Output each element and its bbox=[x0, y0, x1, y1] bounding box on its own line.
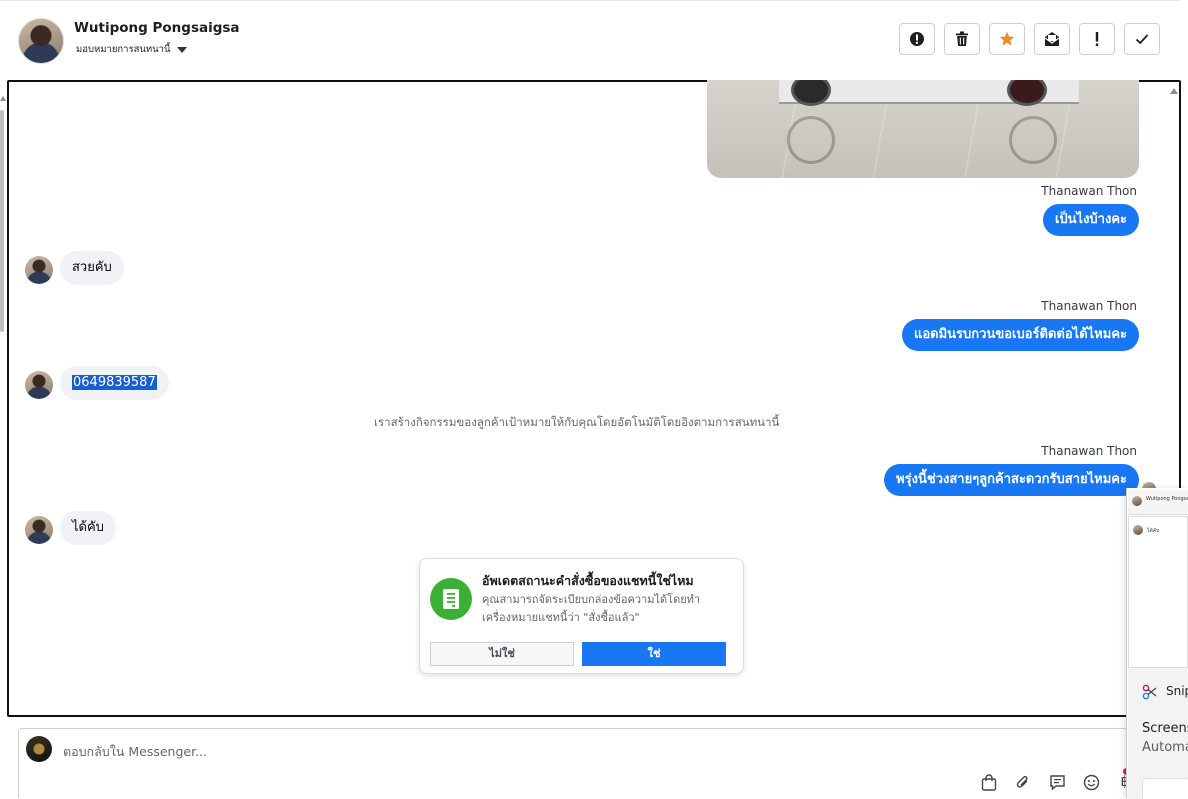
reply-input[interactable]: ตอบกลับใน Messenger... bbox=[63, 742, 207, 762]
snip-preview[interactable] bbox=[1142, 778, 1188, 799]
outgoing-message[interactable]: เป็นไงบ้างคะ bbox=[1042, 204, 1139, 236]
star-icon bbox=[999, 31, 1015, 46]
image-attachment[interactable] bbox=[707, 80, 1139, 178]
composer-tools: ฿ bbox=[979, 772, 1135, 792]
snip-app-name: Snip bbox=[1166, 684, 1188, 698]
outgoing-message[interactable]: พรุ่งนี้ช่วงสายๆลูกค้าสะดวกรับสายไหมคะ bbox=[884, 464, 1139, 496]
mini-window-header: Wutipong Pongsaigsa bbox=[1128, 490, 1188, 515]
left-scroll-up-icon[interactable] bbox=[0, 96, 6, 101]
prompt-body: คุณสามารถจัดระเบียบกล่องข้อความได้โดยทำเ… bbox=[482, 593, 701, 624]
system-note: เราสร้างกิจกรรมของลูกค้าเป้าหมายให้กับคุ… bbox=[374, 415, 780, 429]
sender-name: Thanawan Thon bbox=[1041, 444, 1137, 458]
mini-contact-name: Wutipong Pongsaigsa bbox=[1146, 496, 1188, 502]
scroll-up-icon[interactable] bbox=[1170, 88, 1178, 94]
customer-avatar[interactable] bbox=[25, 371, 53, 399]
prompt-yes-button[interactable]: ใช่ bbox=[582, 642, 726, 666]
mail-open-icon bbox=[1044, 32, 1060, 46]
trash-icon bbox=[956, 31, 968, 46]
emoji-icon[interactable] bbox=[1081, 772, 1101, 792]
selected-phone-number[interactable]: 0649839587 bbox=[72, 375, 157, 390]
caret-down-icon bbox=[176, 46, 187, 53]
check-icon bbox=[1135, 34, 1149, 45]
mini-avatar bbox=[1132, 496, 1142, 506]
left-scrollbar[interactable] bbox=[0, 110, 4, 332]
exclamation-icon bbox=[1095, 32, 1099, 46]
mark-done-button[interactable] bbox=[1124, 23, 1160, 55]
snipping-tool-icon bbox=[1142, 684, 1157, 700]
snip-subtitle: Automa bbox=[1142, 740, 1188, 755]
contact-avatar[interactable] bbox=[18, 18, 64, 64]
customer-avatar[interactable] bbox=[25, 256, 53, 284]
incoming-message[interactable]: 0649839587 bbox=[60, 366, 169, 400]
mark-important-button[interactable] bbox=[1079, 23, 1115, 55]
mark-unread-button[interactable] bbox=[1034, 23, 1070, 55]
report-spam-button[interactable] bbox=[899, 23, 935, 55]
header-actions bbox=[899, 23, 1160, 55]
assign-conversation-dropdown[interactable]: มอบหมายการสนทนานี้ bbox=[76, 42, 187, 57]
assign-label: มอบหมายการสนทนานี้ bbox=[76, 44, 171, 55]
snip-title: Screens bbox=[1142, 721, 1188, 736]
customer-avatar[interactable] bbox=[25, 516, 53, 544]
incoming-message[interactable]: ได้คับ bbox=[60, 511, 116, 545]
reply-composer[interactable] bbox=[18, 728, 1128, 798]
sender-name: Thanawan Thon bbox=[1041, 299, 1137, 313]
prompt-no-button[interactable]: ไม่ใช่ bbox=[430, 642, 574, 666]
order-status-prompt: อัพเดตสถานะคำสั่งซื้อของแชทนี้ใช่ไหม คุณ… bbox=[419, 558, 744, 674]
contact-name[interactable]: Wutipong Pongsaigsa bbox=[74, 20, 240, 36]
incoming-message[interactable]: สวยคับ bbox=[60, 251, 124, 285]
mini-avatar bbox=[1133, 525, 1143, 535]
star-button[interactable] bbox=[989, 23, 1025, 55]
wheel-reflection bbox=[787, 116, 835, 164]
prompt-title: อัพเดตสถานะคำสั่งซื้อของแชทนี้ใช่ไหม bbox=[482, 573, 694, 588]
paperclip-icon[interactable] bbox=[1013, 772, 1033, 792]
exclamation-circle-icon bbox=[910, 32, 924, 46]
sender-name: Thanawan Thon bbox=[1041, 184, 1137, 198]
saved-reply-icon[interactable] bbox=[1047, 772, 1067, 792]
outgoing-message[interactable]: แอดมินรบกวนขอเบอร์ติดต่อได้ไหมคะ bbox=[901, 319, 1139, 351]
delete-button[interactable] bbox=[944, 23, 980, 55]
mini-message: ได้คับ bbox=[1147, 528, 1160, 534]
shopping-bag-icon[interactable] bbox=[979, 772, 999, 792]
mini-window-preview: ได้คับ bbox=[1128, 516, 1188, 668]
page-avatar bbox=[26, 736, 52, 762]
order-icon bbox=[430, 578, 472, 620]
receipt-icon bbox=[443, 589, 459, 609]
wheel-reflection bbox=[1009, 116, 1057, 164]
